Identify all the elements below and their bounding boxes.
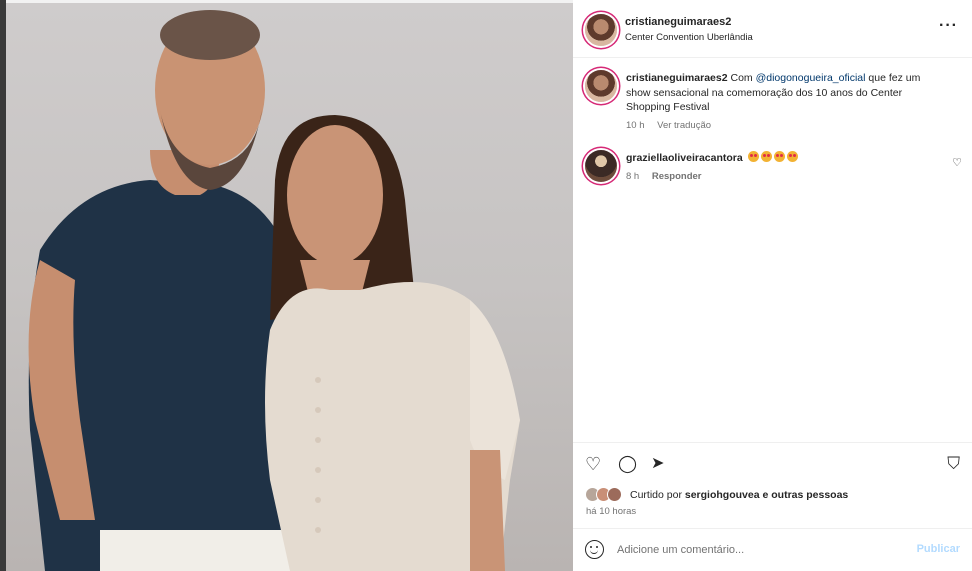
post-timestamp[interactable]: há 10 horas [586, 506, 636, 517]
caption-text: cristianeguimaraes2 Com @diogonogueira_o… [626, 71, 946, 115]
caption-time[interactable]: 10 h [626, 120, 645, 131]
post-header: cristianeguimaraes2 Center Convention Ub… [573, 0, 972, 58]
more-options-icon[interactable]: ··· [939, 18, 958, 34]
others-link[interactable]: e outras pessoas [762, 489, 848, 501]
publish-comment-button[interactable]: Publicar [917, 543, 960, 555]
comment-like-heart-icon[interactable]: ♡ [952, 156, 962, 169]
reply-button[interactable]: Responder [652, 171, 702, 182]
commenter-username[interactable]: graziellaoliveiracantora [626, 152, 743, 164]
commenter-avatar[interactable] [585, 150, 617, 182]
translate-link[interactable]: Ver tradução [657, 120, 711, 131]
liker-username[interactable]: sergiohgouvea [685, 489, 760, 501]
instagram-post: cristianeguimaraes2 Center Convention Ub… [0, 0, 972, 571]
save-bookmark-icon[interactable]: ⛉ [947, 455, 960, 473]
post-actions: ♡ ◯ ➤ ⛉ Curtido por sergiohgouvea e outr… [573, 442, 972, 528]
caption-author-avatar[interactable] [585, 70, 617, 102]
author-username[interactable]: cristianeguimaraes2 [625, 16, 731, 28]
comment-text: graziellaoliveiracantora [626, 151, 798, 164]
add-comment-bar: Publicar [573, 528, 972, 571]
post-details-panel: cristianeguimaraes2 Center Convention Ub… [573, 0, 972, 571]
post-photo[interactable] [0, 0, 573, 571]
comment-bubble-icon[interactable]: ◯ [618, 455, 637, 473]
author-avatar[interactable] [585, 14, 617, 46]
heart-eyes-emoji-icon [747, 151, 759, 162]
comment-input[interactable] [617, 541, 907, 559]
like-heart-icon[interactable]: ♡ [585, 455, 601, 473]
caption-text-before: Com [730, 72, 753, 84]
heart-eyes-emoji-icon [786, 151, 798, 162]
liker-avatar[interactable] [607, 487, 622, 502]
photo-people-illustration [28, 10, 520, 571]
share-send-icon[interactable]: ➤ [651, 455, 664, 473]
caption-mention-link[interactable]: @diogonogueira_oficial [756, 72, 866, 84]
liked-by-prefix: Curtido por [630, 489, 682, 501]
comment-meta: 8 h Responder [626, 171, 701, 182]
post-location[interactable]: Center Convention Uberlândia [625, 32, 753, 43]
heart-eyes-emoji-icon [773, 151, 785, 162]
heart-eyes-emoji-icon [760, 151, 772, 162]
caption-username[interactable]: cristianeguimaraes2 [626, 72, 728, 84]
emoji-smile-icon[interactable] [585, 540, 604, 559]
caption-meta: 10 h Ver tradução [626, 120, 711, 131]
liked-by-text: Curtido por sergiohgouvea e outras pesso… [630, 489, 848, 501]
comment-time[interactable]: 8 h [626, 171, 639, 182]
